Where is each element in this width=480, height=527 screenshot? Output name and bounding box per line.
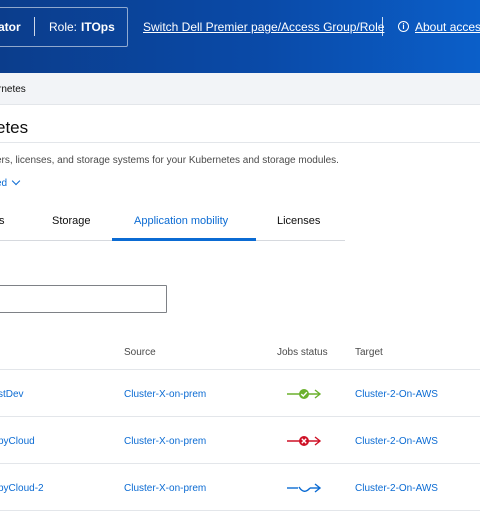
source-link[interactable]: Cluster-X-on-prem — [124, 436, 206, 447]
column-header-jobs-status: Jobs status — [277, 347, 328, 358]
about-access-link[interactable]: About access — [415, 20, 480, 34]
divider — [0, 142, 480, 143]
policy-name-link[interactable]: pyCloud-2 — [0, 483, 44, 494]
target-link[interactable]: Cluster-2-On-AWS — [355, 389, 438, 400]
role-value: ITOps — [81, 20, 115, 34]
tab-licenses[interactable]: Licenses — [277, 215, 320, 227]
tab-clusters[interactable]: s — [0, 215, 5, 227]
info-icon: i — [398, 21, 409, 32]
expand-toggle[interactable]: ed — [0, 176, 21, 189]
row-divider — [0, 463, 480, 464]
policy-name-link[interactable]: stDev — [0, 389, 24, 400]
tab-application-mobility[interactable]: Application mobility — [134, 215, 228, 227]
switch-access-link[interactable]: Switch Dell Premier page/Access Group/Ro… — [143, 20, 384, 34]
source-link[interactable]: Cluster-X-on-prem — [124, 389, 206, 400]
top-banner: ator Role: ITOps Switch Dell Premier pag… — [0, 0, 480, 73]
header-divider — [0, 369, 480, 370]
source-link[interactable]: Cluster-X-on-prem — [124, 483, 206, 494]
breadcrumb[interactable]: rnetes — [0, 84, 26, 95]
status-in-progress-icon — [285, 481, 325, 495]
banner-divider — [382, 17, 383, 36]
column-header-target: Target — [355, 347, 383, 358]
tab-storage[interactable]: Storage — [52, 215, 91, 227]
search-input[interactable] — [0, 285, 167, 313]
role-divider — [34, 17, 35, 36]
page-title: etes — [0, 118, 29, 137]
row-divider — [0, 416, 480, 417]
active-tab-indicator — [112, 238, 256, 241]
breadcrumb-bar — [0, 73, 480, 105]
expand-label: ed — [0, 178, 8, 189]
status-failed-icon — [285, 434, 325, 448]
chevron-down-icon — [11, 176, 21, 186]
target-link[interactable]: Cluster-2-On-AWS — [355, 436, 438, 447]
status-success-icon — [285, 387, 325, 401]
page-description: ers, licenses, and storage systems for y… — [0, 155, 339, 166]
target-link[interactable]: Cluster-2-On-AWS — [355, 483, 438, 494]
policy-name-link[interactable]: pyCloud — [0, 436, 35, 447]
role-label: Role: — [49, 20, 78, 34]
row-divider — [0, 510, 480, 511]
role-name-partial: ator — [0, 20, 21, 34]
column-header-source: Source — [124, 347, 156, 358]
